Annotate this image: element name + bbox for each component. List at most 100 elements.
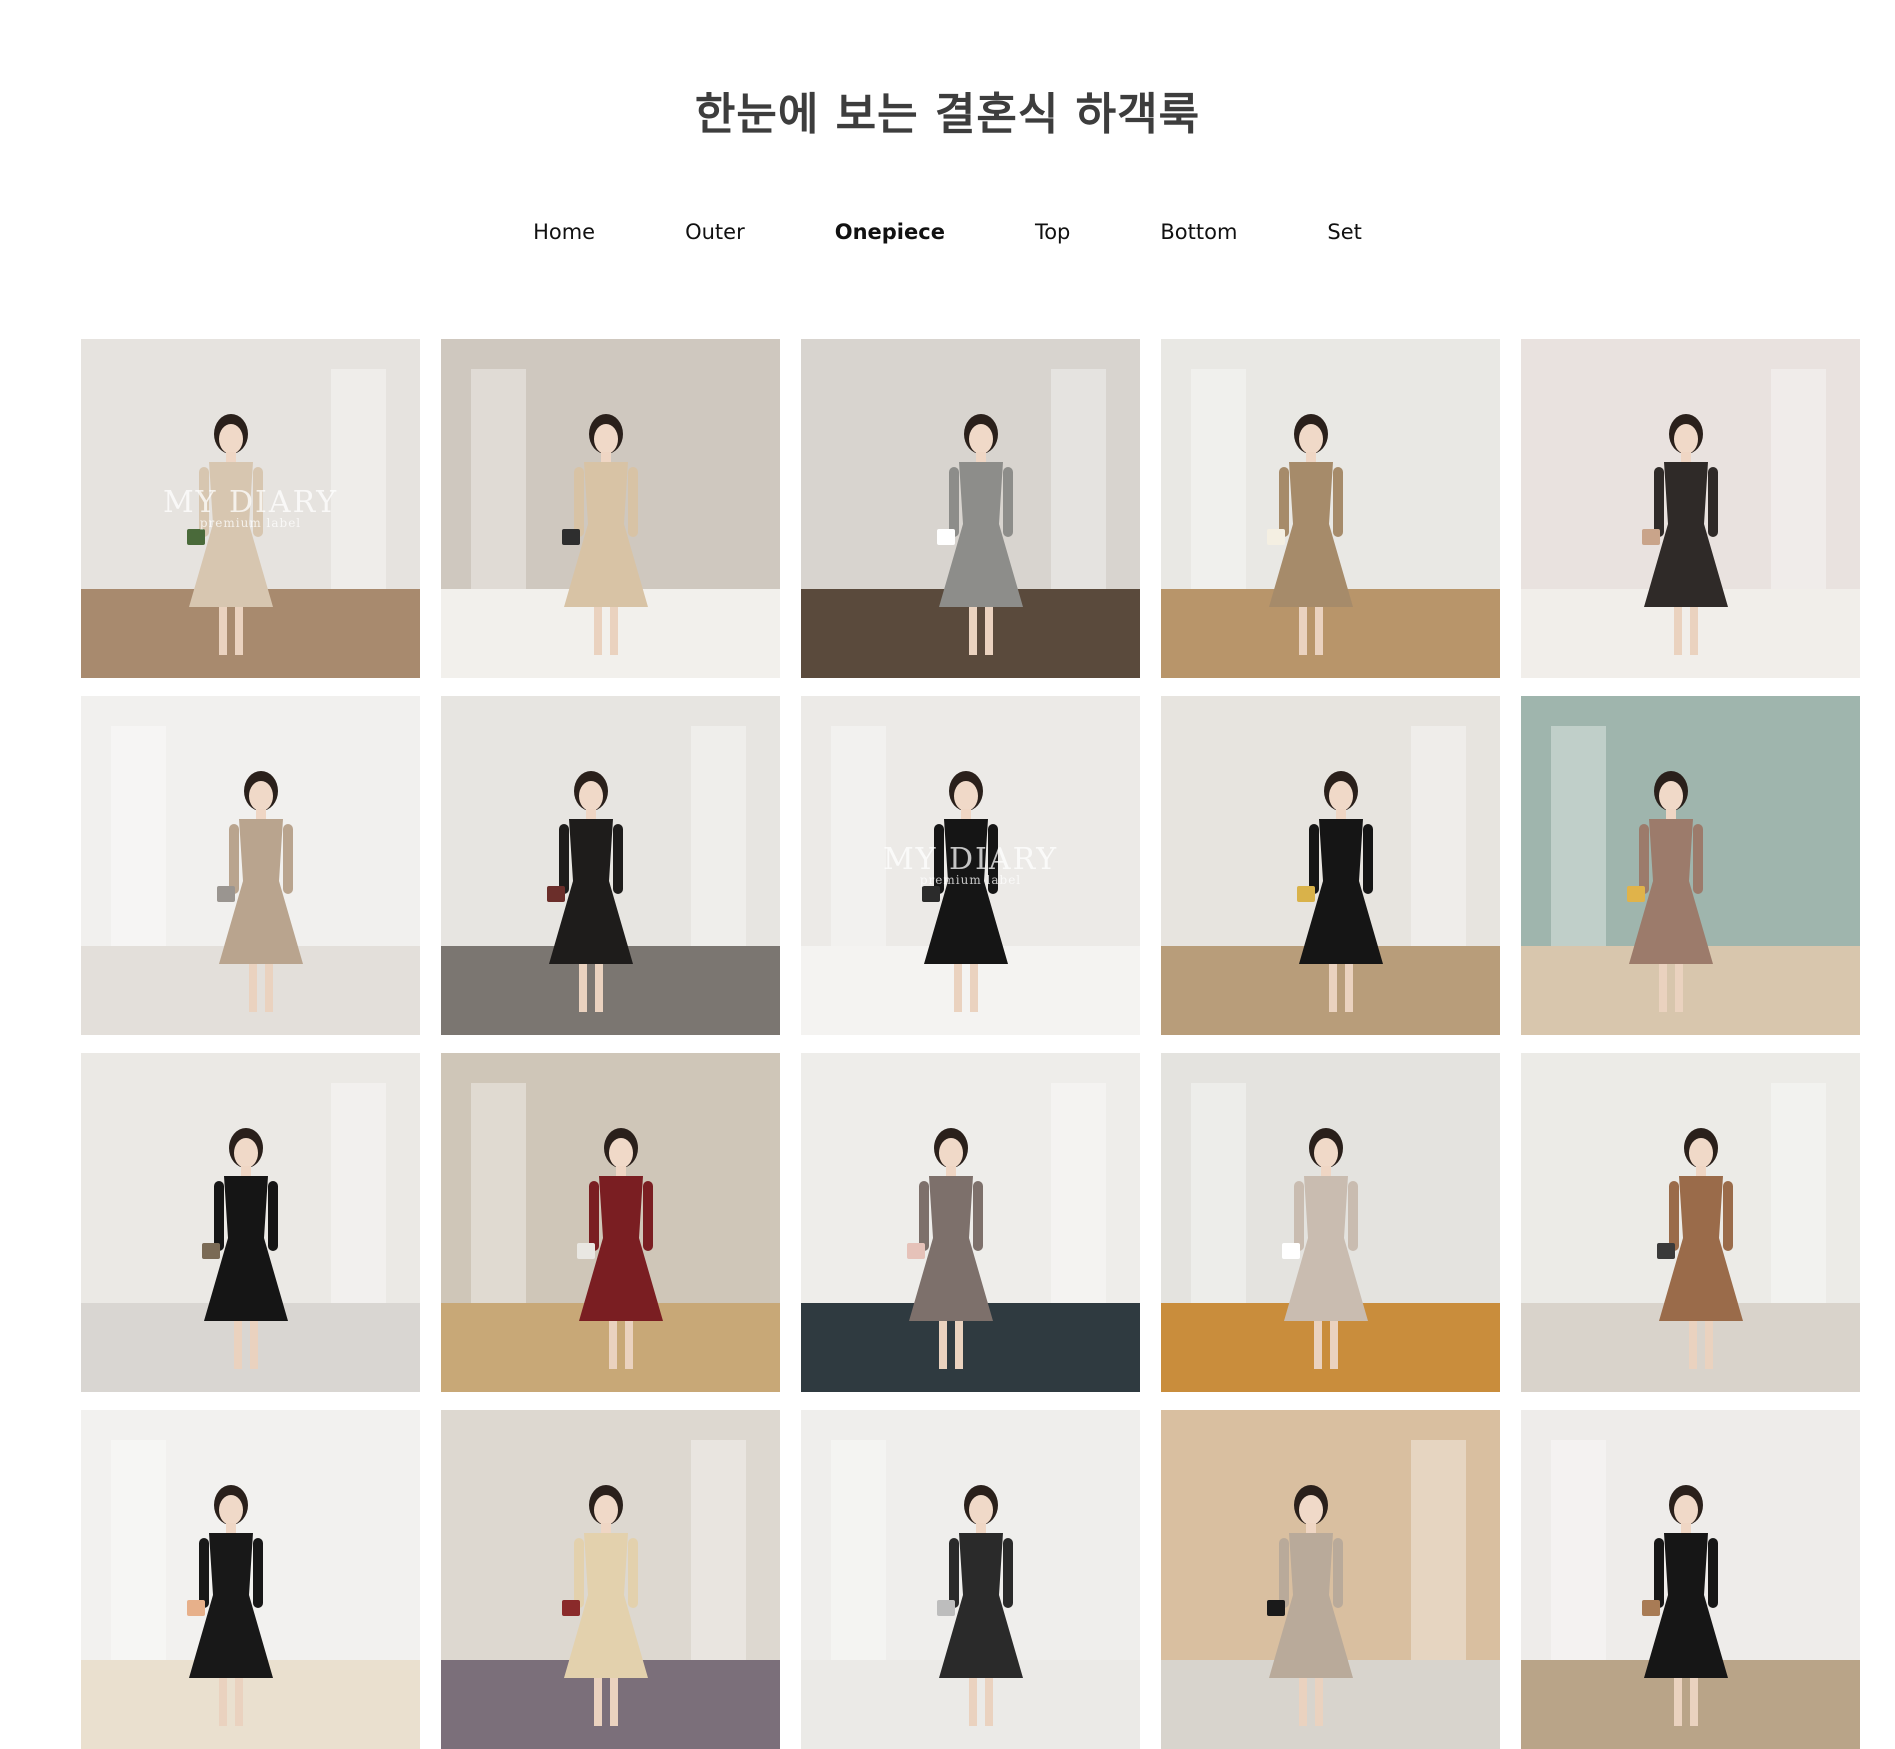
product-photo bbox=[801, 1410, 1140, 1749]
figure-leg-left bbox=[249, 964, 257, 1012]
photo-panel bbox=[1551, 1440, 1606, 1660]
figure-neck bbox=[586, 809, 596, 819]
figure-arm-left bbox=[559, 824, 569, 894]
figure-accessory bbox=[187, 529, 205, 545]
product-photo bbox=[441, 696, 780, 1035]
figure-face bbox=[1689, 1138, 1713, 1168]
photo-panel bbox=[1191, 1083, 1246, 1303]
product-tile[interactable]: MY DIARY premium label bbox=[81, 339, 420, 678]
product-tile[interactable] bbox=[1521, 1053, 1860, 1392]
product-photo bbox=[1161, 1053, 1500, 1392]
product-tile[interactable] bbox=[1161, 1053, 1500, 1392]
figure-accessory bbox=[562, 529, 580, 545]
figure-face bbox=[1299, 424, 1323, 454]
figure-leg-right bbox=[1315, 607, 1323, 655]
figure-accessory bbox=[187, 1600, 205, 1616]
product-tile[interactable] bbox=[81, 696, 420, 1035]
product-tile[interactable] bbox=[1161, 1410, 1500, 1749]
nav-item-onepiece[interactable]: Onepiece bbox=[790, 218, 990, 246]
figure-neck bbox=[1336, 809, 1346, 819]
figure-face bbox=[594, 1495, 618, 1525]
product-tile[interactable] bbox=[1161, 696, 1500, 1035]
figure-leg-left bbox=[1299, 607, 1307, 655]
photo-panel bbox=[471, 369, 526, 589]
product-tile[interactable] bbox=[1521, 696, 1860, 1035]
figure-neck bbox=[976, 1523, 986, 1533]
figure-leg-left bbox=[219, 607, 227, 655]
product-tile[interactable] bbox=[441, 1053, 780, 1392]
nav-item-home[interactable]: Home bbox=[488, 218, 640, 246]
product-photo bbox=[1521, 696, 1860, 1035]
product-tile[interactable] bbox=[801, 1053, 1140, 1392]
product-tile[interactable] bbox=[1161, 339, 1500, 678]
figure-neck bbox=[256, 809, 266, 819]
figure-arm-right bbox=[628, 467, 638, 537]
figure-face bbox=[594, 424, 618, 454]
product-photo bbox=[1521, 1410, 1860, 1749]
figure-accessory bbox=[922, 886, 940, 902]
figure-neck bbox=[976, 452, 986, 462]
figure-leg-right bbox=[1330, 1321, 1338, 1369]
figure-face bbox=[609, 1138, 633, 1168]
figure-leg-right bbox=[985, 607, 993, 655]
figure-arm-left bbox=[589, 1181, 599, 1251]
photo-panel bbox=[331, 1083, 386, 1303]
photo-panel bbox=[1771, 369, 1826, 589]
product-tile[interactable] bbox=[81, 1053, 420, 1392]
photo-panel bbox=[1411, 726, 1466, 946]
figure-neck bbox=[226, 1523, 236, 1533]
figure-leg-right bbox=[250, 1321, 258, 1369]
figure-leg-left bbox=[594, 607, 602, 655]
figure-arm-left bbox=[1669, 1181, 1679, 1251]
photo-panel bbox=[691, 1440, 746, 1660]
figure-leg-left bbox=[969, 607, 977, 655]
figure-leg-right bbox=[625, 1321, 633, 1369]
photo-panel bbox=[831, 726, 886, 946]
figure-leg-left bbox=[579, 964, 587, 1012]
product-tile[interactable]: MY DIARY premium label bbox=[801, 696, 1140, 1035]
photo-panel bbox=[331, 369, 386, 589]
product-tile[interactable] bbox=[801, 339, 1140, 678]
figure-leg-right bbox=[1705, 1321, 1713, 1369]
product-tile[interactable] bbox=[441, 1410, 780, 1749]
figure-arm-left bbox=[199, 1538, 209, 1608]
photo-panel bbox=[111, 726, 166, 946]
figure-neck bbox=[226, 452, 236, 462]
figure-arm-left bbox=[574, 467, 584, 537]
figure-neck bbox=[1696, 1166, 1706, 1176]
nav-item-outer[interactable]: Outer bbox=[640, 218, 790, 246]
figure-arm-left bbox=[1654, 467, 1664, 537]
product-photo bbox=[801, 339, 1140, 678]
figure-face bbox=[219, 1495, 243, 1525]
figure-face bbox=[1314, 1138, 1338, 1168]
figure-leg-left bbox=[954, 964, 962, 1012]
photo-panel bbox=[1771, 1083, 1826, 1303]
product-tile[interactable] bbox=[441, 339, 780, 678]
nav-item-top[interactable]: Top bbox=[990, 218, 1115, 246]
figure-arm-left bbox=[949, 1538, 959, 1608]
photo-panel bbox=[691, 726, 746, 946]
figure-arm-right bbox=[1333, 1538, 1343, 1608]
photo-panel bbox=[1411, 1440, 1466, 1660]
figure-arm-left bbox=[574, 1538, 584, 1608]
figure-neck bbox=[1306, 1523, 1316, 1533]
figure-leg-left bbox=[1674, 1678, 1682, 1726]
product-tile[interactable] bbox=[1521, 339, 1860, 678]
product-tile[interactable] bbox=[81, 1410, 420, 1749]
nav-item-set[interactable]: Set bbox=[1282, 218, 1406, 246]
product-tile[interactable] bbox=[801, 1410, 1140, 1749]
product-photo bbox=[81, 696, 420, 1035]
product-tile[interactable] bbox=[441, 696, 780, 1035]
figure-accessory bbox=[1627, 886, 1645, 902]
photo-panel bbox=[111, 1440, 166, 1660]
figure-neck bbox=[1321, 1166, 1331, 1176]
photo-panel bbox=[471, 1083, 526, 1303]
figure-arm-right bbox=[1003, 1538, 1013, 1608]
product-photo bbox=[1161, 1410, 1500, 1749]
figure-leg-left bbox=[594, 1678, 602, 1726]
nav-item-bottom[interactable]: Bottom bbox=[1115, 218, 1282, 246]
figure-arm-right bbox=[1708, 467, 1718, 537]
figure-leg-left bbox=[1314, 1321, 1322, 1369]
product-tile[interactable] bbox=[1521, 1410, 1860, 1749]
figure-leg-left bbox=[234, 1321, 242, 1369]
